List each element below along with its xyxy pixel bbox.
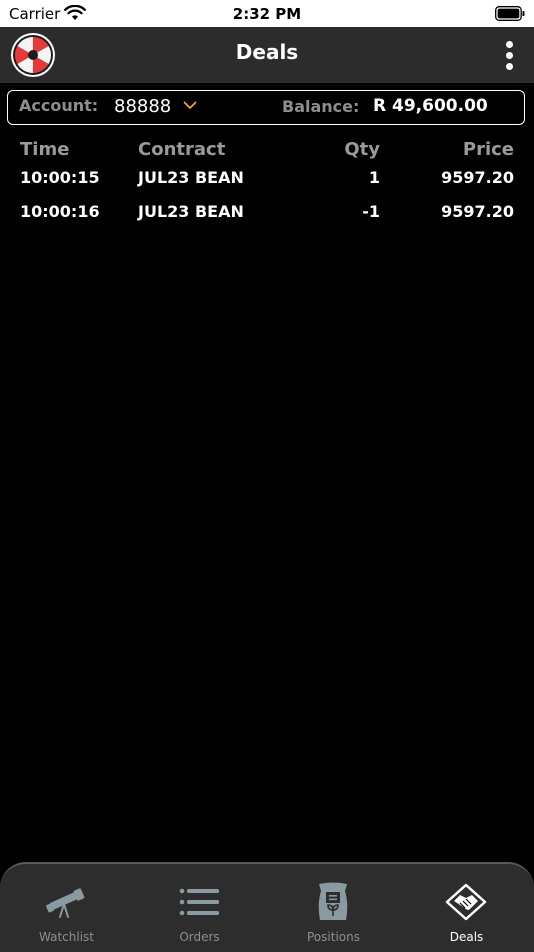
nav-bar: Deals — [0, 27, 534, 83]
battery-icon — [495, 6, 525, 21]
deal-time: 10:00:16 — [20, 202, 100, 221]
account-selector[interactable]: 88888 — [114, 96, 171, 117]
tab-label: Orders — [179, 930, 220, 944]
balance-label: Balance: — [282, 97, 360, 116]
deal-qty: -1 — [362, 202, 380, 221]
page-title: Deals — [235, 40, 299, 64]
tab-bar: Watchlist Orders Positions Deals — [0, 862, 534, 952]
account-balance-bar: Account: 88888 Balance: R 49,600.00 — [7, 90, 525, 125]
deal-time: 10:00:15 — [20, 168, 100, 187]
column-header-contract: Contract — [138, 139, 226, 160]
dot-icon — [506, 63, 513, 70]
tab-label: Watchlist — [39, 930, 94, 944]
tab-label: Positions — [307, 930, 360, 944]
handshake-icon — [445, 883, 487, 921]
grain-sack-icon — [318, 882, 348, 920]
tab-orders[interactable]: Orders — [133, 864, 266, 952]
chevron-down-icon[interactable] — [183, 101, 197, 110]
column-header-time: Time — [20, 139, 70, 160]
deal-contract: JUL23 BEAN — [138, 168, 244, 187]
table-header: Time Contract Qty Price — [0, 137, 534, 165]
deal-qty: 1 — [368, 168, 380, 187]
more-menu-button[interactable] — [498, 37, 522, 73]
balance-value: R 49,600.00 — [373, 96, 488, 116]
column-header-qty: Qty — [344, 139, 380, 160]
status-bar: Carrier 2:32 PM — [0, 0, 534, 27]
deals-table: Time Contract Qty Price 10:00:15 JUL23 B… — [0, 137, 534, 233]
telescope-icon — [46, 888, 85, 918]
tab-label: Deals — [449, 930, 484, 944]
deal-price: 9597.20 — [441, 168, 514, 187]
table-row[interactable]: 10:00:15 JUL23 BEAN 1 9597.20 — [0, 165, 534, 199]
dot-icon — [506, 52, 513, 59]
deal-contract: JUL23 BEAN — [138, 202, 244, 221]
tab-positions[interactable]: Positions — [267, 864, 400, 952]
table-row[interactable]: 10:00:16 JUL23 BEAN -1 9597.20 — [0, 199, 534, 233]
list-icon — [179, 888, 219, 916]
clock: 2:32 PM — [232, 5, 302, 23]
column-header-price: Price — [462, 139, 514, 160]
deal-price: 9597.20 — [441, 202, 514, 221]
dot-icon — [506, 41, 513, 48]
account-label: Account: — [19, 96, 99, 115]
tab-watchlist[interactable]: Watchlist — [0, 864, 133, 952]
tab-deals[interactable]: Deals — [400, 864, 533, 952]
